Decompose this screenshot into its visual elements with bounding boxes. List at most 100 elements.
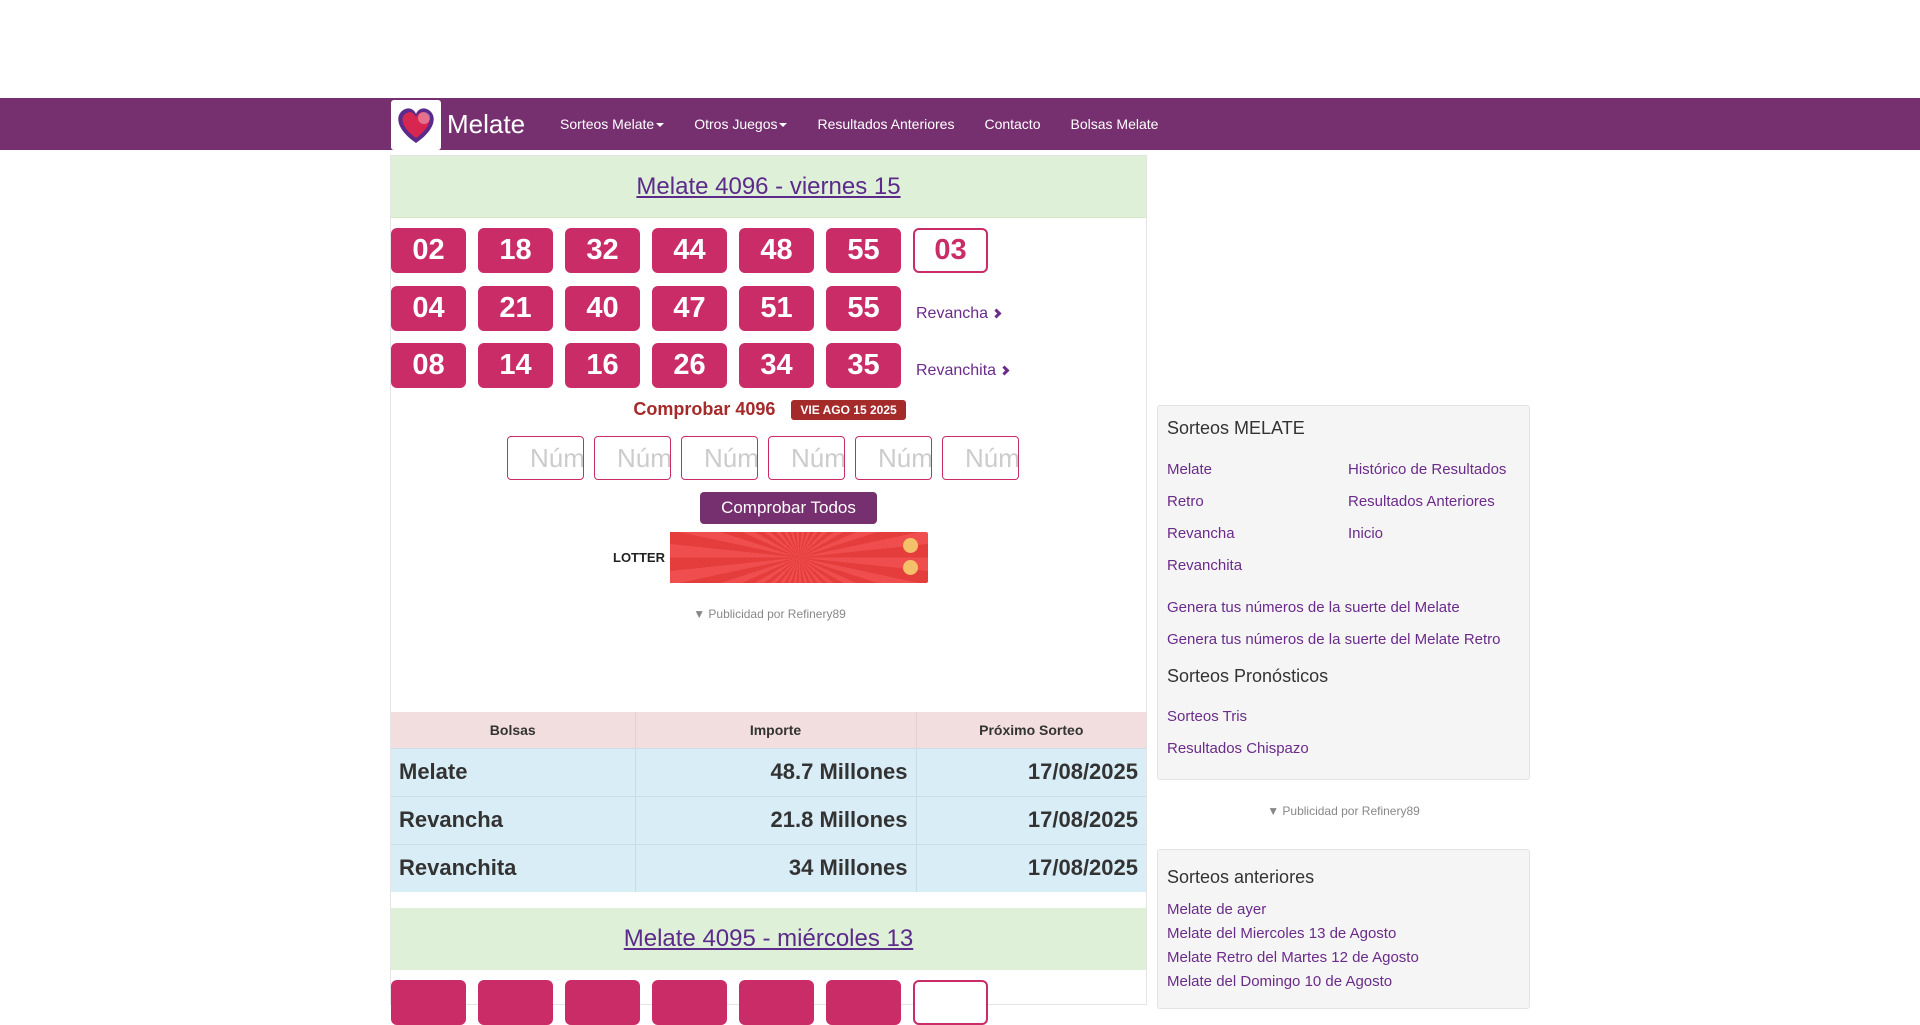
ball: 26 (652, 343, 727, 388)
table-row: Revanchita 34 Millones 17/08/2025 (391, 843, 1146, 892)
table-cell: Melate (391, 747, 636, 796)
ball: 14 (478, 343, 553, 388)
brand-name[interactable]: Melate (447, 109, 525, 140)
ball (565, 980, 640, 1025)
nav-bolsas-melate[interactable]: Bolsas Melate (1056, 98, 1174, 150)
sidebar-title: Sorteos anteriores (1167, 867, 1315, 887)
sidebar-link[interactable]: Melate del Domingo 10 de Agosto (1167, 973, 1392, 990)
nav-label: Otros Juegos (694, 116, 778, 132)
ad-logo: LOTTER (608, 532, 670, 583)
ball: 32 (565, 228, 640, 273)
sidebar-link[interactable]: Sorteos Tris (1167, 708, 1247, 725)
nav-otros-juegos[interactable]: Otros Juegos (679, 98, 802, 150)
table-cell: 17/08/2025 (916, 795, 1146, 844)
chevron-right-icon (999, 365, 1010, 376)
heart-logo-icon[interactable] (391, 99, 441, 150)
number-input-2[interactable]: Núm (594, 436, 671, 480)
date-badge: VIE AGO 15 2025 (791, 399, 906, 420)
nav-sorteos-melate[interactable]: Sorteos Melate (545, 98, 679, 150)
check-line: Comprobar 4096 VIE AGO 15 2025 (391, 399, 1148, 420)
ball: 18 (478, 228, 553, 273)
chevron-right-icon (991, 308, 1002, 319)
draw-header: Melate 4096 - viernes 15 (391, 156, 1146, 218)
ball (652, 980, 727, 1025)
ad-note[interactable]: ▼ Publicidad por Refinery89 (391, 607, 1148, 621)
revanchita-label: Revanchita (916, 361, 997, 379)
draw-title-link[interactable]: Melate 4095 - miércoles 13 (624, 925, 913, 953)
ad-dot (903, 560, 918, 575)
sidebar-link[interactable]: Histórico de Resultados (1348, 461, 1506, 478)
melate-row: 02 18 32 44 48 55 03 (391, 228, 1000, 273)
revanchita-row: 08 14 16 26 34 35 Revanchita (391, 343, 1010, 388)
ball: 40 (565, 286, 640, 331)
sidebar-link[interactable]: Melate de ayer (1167, 901, 1266, 918)
sidebar-link[interactable]: Melate (1167, 461, 1212, 478)
number-inputs: Núm Núm Núm Núm Núm Núm (507, 436, 1029, 480)
sidebar-title: Sorteos MELATE (1167, 418, 1305, 438)
ball (391, 980, 466, 1025)
ball: 04 (391, 286, 466, 331)
main-panel: Melate 4096 - viernes 15 02 18 32 44 48 … (390, 155, 1148, 1025)
top-navbar: Melate Sorteos Melate Otros Juegos Resul… (0, 98, 1920, 150)
ball: 08 (391, 343, 466, 388)
nav-resultados-anteriores[interactable]: Resultados Anteriores (802, 98, 969, 150)
sidebar-title: Sorteos Pronósticos (1167, 666, 1329, 686)
table-cell: Revancha (391, 795, 636, 844)
ball: 35 (826, 343, 901, 388)
sidebar-link[interactable]: Resultados Chispazo (1167, 740, 1309, 757)
nav-label: Sorteos Melate (560, 116, 655, 132)
sidebar-link[interactable]: Melate del Miercoles 13 de Agosto (1167, 925, 1396, 942)
revanchita-link[interactable]: Revanchita (916, 361, 1010, 380)
ball: 55 (826, 228, 901, 273)
nav-contacto[interactable]: Contacto (969, 98, 1055, 150)
sidebar-link[interactable]: Revancha (1167, 525, 1235, 542)
table-cell: 48.7 Millones (635, 747, 917, 796)
melate-row-partial (391, 980, 1000, 1025)
sidebar-link[interactable]: Resultados Anteriores (1348, 493, 1495, 510)
sidebar-link[interactable]: Genera tus números de la suerte del Mela… (1167, 631, 1501, 648)
number-input-6[interactable]: Núm (942, 436, 1019, 480)
ad-banner[interactable]: LOTTER (608, 532, 928, 583)
draw-header: Melate 4095 - miércoles 13 (391, 908, 1146, 970)
check-title: Comprobar 4096 (633, 399, 776, 419)
revancha-label: Revancha (916, 304, 989, 322)
table-row: Revancha 21.8 Millones 17/08/2025 (391, 795, 1146, 844)
revancha-link[interactable]: Revancha (916, 304, 1002, 323)
column-header: Importe (635, 712, 917, 748)
table-row: Melate 48.7 Millones 17/08/2025 (391, 747, 1146, 796)
ad-note[interactable]: ▼ Publicidad por Refinery89 (1157, 804, 1530, 818)
ball: 16 (565, 343, 640, 388)
ball: 44 (652, 228, 727, 273)
sidebar-link[interactable]: Retro (1167, 493, 1204, 510)
sidebar-link[interactable]: Inicio (1348, 525, 1383, 542)
table-cell: 34 Millones (635, 843, 917, 892)
ball: 48 (739, 228, 814, 273)
caret-down-icon (779, 123, 788, 127)
table-cell: 17/08/2025 (916, 843, 1146, 892)
sidebar-link[interactable]: Melate Retro del Martes 12 de Agosto (1167, 949, 1419, 966)
table-cell: 21.8 Millones (635, 795, 917, 844)
draw-title-link[interactable]: Melate 4096 - viernes 15 (636, 173, 900, 201)
ad-image (670, 532, 928, 583)
revancha-row: 04 21 40 47 51 55 Revancha (391, 286, 1002, 331)
number-input-3[interactable]: Núm (681, 436, 758, 480)
sidebar-link[interactable]: Genera tus números de la suerte del Mela… (1167, 599, 1460, 616)
extra-ball (913, 980, 988, 1025)
ball: 21 (478, 286, 553, 331)
number-input-5[interactable]: Núm (855, 436, 932, 480)
ball: 55 (826, 286, 901, 331)
ball: 47 (652, 286, 727, 331)
ball (826, 980, 901, 1025)
ball: 34 (739, 343, 814, 388)
nav-inner: Melate Sorteos Melate Otros Juegos Resul… (391, 98, 1173, 150)
table-cell: 17/08/2025 (916, 747, 1146, 796)
number-input-1[interactable]: Núm (507, 436, 584, 480)
ball (478, 980, 553, 1025)
check-all-button[interactable]: Comprobar Todos (700, 492, 877, 524)
table-cell: Revanchita (391, 843, 636, 892)
number-input-4[interactable]: Núm (768, 436, 845, 480)
sidebar-link[interactable]: Revanchita (1167, 557, 1242, 574)
sidebar-sorteos-anteriores: Sorteos anteriores Melate de ayer Melate… (1157, 849, 1530, 1009)
ball: 02 (391, 228, 466, 273)
jackpot-table: Bolsas Importe Próximo Sorteo Melate 48.… (391, 712, 1146, 892)
